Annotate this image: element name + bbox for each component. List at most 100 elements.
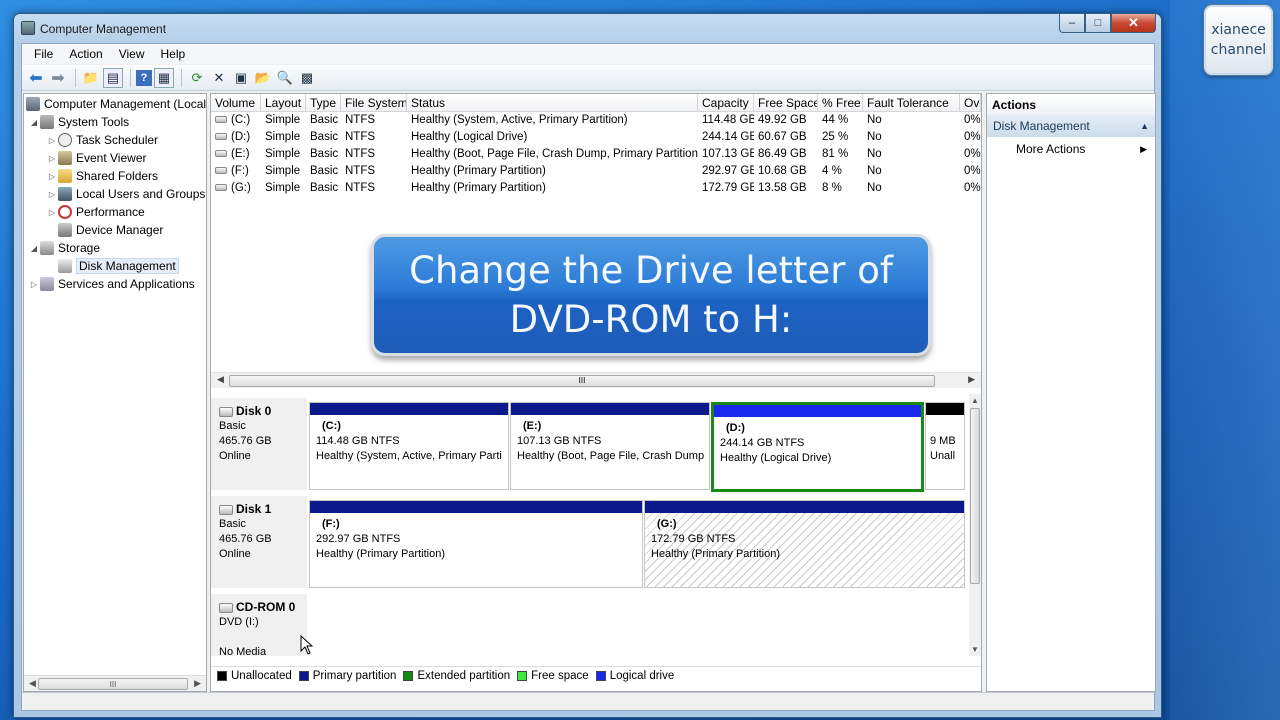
help-icon[interactable]: ?: [136, 69, 152, 86]
legend-item: Extended partition: [403, 670, 510, 682]
rescan-icon[interactable]: ▩: [297, 68, 317, 88]
volume-row[interactable]: (E:) Simple Basic NTFS Healthy (Boot, Page F…: [211, 146, 981, 163]
up-folder-icon[interactable]: 📁: [81, 68, 101, 88]
show-hide-tree-icon[interactable]: ▤: [103, 67, 123, 88]
disk-0-label[interactable]: Disk 0 Basic 465.76 GB Online: [211, 398, 307, 492]
scroll-up-icon[interactable]: ▲: [971, 396, 979, 405]
partition-e[interactable]: (E:) 107.13 GB NTFS Healthy (Boot, Page …: [510, 402, 710, 490]
collapse-arrow-icon[interactable]: ◢: [28, 244, 40, 253]
partition-size: 244.14 GB NTFS: [720, 437, 805, 449]
tree-item-local-users[interactable]: ▷ Local Users and Groups: [46, 185, 205, 203]
expand-arrow-icon[interactable]: ▷: [46, 136, 58, 145]
computer-management-icon: [21, 21, 35, 35]
scroll-down-icon[interactable]: ▼: [971, 645, 979, 654]
volume-row[interactable]: (C:) Simple Basic NTFS Healthy (System, Acti…: [211, 112, 981, 129]
tree-item-label: Disk Management: [76, 258, 179, 274]
partition-g[interactable]: (G:) 172.79 GB NTFS Healthy (Primary Par…: [644, 500, 965, 588]
volume-cell: 44 %: [822, 114, 849, 126]
disk-status: Online: [219, 450, 251, 462]
column-header[interactable]: Ove: [960, 94, 981, 111]
column-header[interactable]: Volume: [211, 94, 261, 111]
column-header[interactable]: % Free: [818, 94, 863, 111]
volume-name: (E:): [231, 148, 250, 160]
tree-item-shared-folders[interactable]: ▷ Shared Folders: [46, 167, 158, 185]
expand-arrow-icon[interactable]: ▷: [46, 172, 58, 181]
scroll-left-icon[interactable]: ◀: [29, 678, 36, 689]
title-bar[interactable]: Computer Management ‒ □ ✕: [14, 14, 1161, 44]
scroll-right-icon[interactable]: ▶: [968, 374, 975, 385]
disk-view-vertical-scrollbar[interactable]: ▲ ▼: [969, 394, 981, 656]
delete-icon[interactable]: ✕: [209, 68, 229, 88]
refresh-icon[interactable]: ⟳: [187, 68, 207, 88]
search-icon[interactable]: 🔍: [275, 68, 295, 88]
minimize-button[interactable]: ‒: [1059, 14, 1085, 33]
scroll-right-icon[interactable]: ▶: [194, 678, 201, 689]
volume-list-horizontal-scrollbar[interactable]: ◀ III ▶: [211, 372, 981, 388]
toolbar-separator: [181, 68, 182, 87]
toolbar-separator: [75, 68, 76, 87]
legend-item: Logical drive: [595, 670, 674, 682]
unallocated-space[interactable]: 9 MB Unall: [925, 402, 965, 490]
column-header[interactable]: Type: [306, 94, 341, 111]
open-folder-icon[interactable]: 📂: [253, 68, 273, 88]
hard-disk-icon: [219, 406, 233, 417]
scroll-thumb[interactable]: III: [229, 375, 935, 387]
column-header[interactable]: Status: [407, 94, 698, 111]
column-header[interactable]: Fault Tolerance: [863, 94, 960, 111]
tree-item-performance[interactable]: ▷ Performance: [46, 203, 145, 221]
partition-status: Healthy (Boot, Page File, Crash Dump: [517, 450, 705, 462]
disk-name: CD-ROM 0: [236, 600, 296, 614]
volume-row[interactable]: (D:) Simple Basic NTFS Healthy (Logical Driv…: [211, 129, 981, 146]
scroll-thumb[interactable]: III: [38, 678, 188, 690]
scroll-thumb[interactable]: [970, 408, 980, 584]
tree-item-device-manager[interactable]: Device Manager: [58, 221, 163, 239]
tree-item-services[interactable]: ▷ Services and Applications: [28, 275, 195, 293]
properties-icon[interactable]: ▣: [231, 68, 251, 88]
volume-cell: Basic: [310, 182, 339, 194]
volume-row[interactable]: (F:) Simple Basic NTFS Healthy (Primary Part…: [211, 163, 981, 180]
collapse-up-icon[interactable]: ▲: [1140, 121, 1149, 131]
partition-c[interactable]: (C:) 114.48 GB NTFS Healthy (System, Act…: [309, 402, 509, 490]
cdrom-0-label[interactable]: CD-ROM 0 DVD (I:) No Media: [211, 594, 307, 658]
tree-item-event-viewer[interactable]: ▷ Event Viewer: [46, 149, 146, 167]
tree-item-storage[interactable]: ◢ Storage: [28, 239, 100, 257]
tree-item-label: System Tools: [58, 115, 130, 129]
expand-arrow-icon[interactable]: ▷: [28, 280, 40, 289]
more-actions-item[interactable]: More Actions ▶: [987, 137, 1155, 161]
collapse-arrow-icon[interactable]: ◢: [28, 118, 40, 127]
tree-item-task-scheduler[interactable]: ▷ Task Scheduler: [46, 131, 158, 149]
volume-list: Volume Layout Type File System Status Ca…: [211, 94, 981, 388]
scroll-left-icon[interactable]: ◀: [217, 374, 224, 385]
tree-item-disk-management[interactable]: Disk Management: [58, 257, 179, 275]
menu-file[interactable]: File: [26, 47, 61, 61]
forward-arrow-icon[interactable]: ➡: [48, 68, 68, 88]
hard-disk-icon: [219, 504, 233, 515]
column-header[interactable]: File System: [341, 94, 407, 111]
close-button[interactable]: ✕: [1111, 14, 1156, 33]
partition-f[interactable]: (F:) 292.97 GB NTFS Healthy (Primary Par…: [309, 500, 643, 588]
volume-cell: Healthy (System, Active, Primary Partiti…: [411, 114, 628, 126]
menu-help[interactable]: Help: [153, 47, 194, 61]
menu-action[interactable]: Action: [61, 47, 110, 61]
volume-cell: No: [867, 114, 882, 126]
tree-item-root[interactable]: Computer Management (Local: [26, 95, 206, 113]
partition-d[interactable]: (D:) 244.14 GB NTFS Healthy (Logical Dri…: [711, 402, 924, 492]
tree-item-system-tools[interactable]: ◢ System Tools: [28, 113, 129, 131]
column-header[interactable]: Layout: [261, 94, 306, 111]
show-hide-action-pane-icon[interactable]: ▦: [154, 67, 174, 88]
column-header[interactable]: Capacity: [698, 94, 754, 111]
tree-horizontal-scrollbar[interactable]: ◀ III ▶: [24, 675, 206, 691]
expand-arrow-icon[interactable]: ▷: [46, 208, 58, 217]
menu-bar: File Action View Help: [22, 44, 1154, 64]
actions-section-disk-management[interactable]: Disk Management ▲: [987, 115, 1155, 137]
column-header[interactable]: Free Space: [754, 94, 818, 111]
maximize-button[interactable]: □: [1085, 14, 1111, 33]
volume-row[interactable]: (G:) Simple Basic NTFS Healthy (Primary Part…: [211, 180, 981, 197]
back-arrow-icon[interactable]: ⬅: [26, 68, 46, 88]
disk-size: 465.76 GB: [219, 533, 272, 545]
menu-view[interactable]: View: [111, 47, 153, 61]
primary-partition-bar: [645, 501, 964, 513]
expand-arrow-icon[interactable]: ▷: [46, 154, 58, 163]
expand-arrow-icon[interactable]: ▷: [46, 190, 58, 199]
disk-1-label[interactable]: Disk 1 Basic 465.76 GB Online: [211, 496, 307, 590]
